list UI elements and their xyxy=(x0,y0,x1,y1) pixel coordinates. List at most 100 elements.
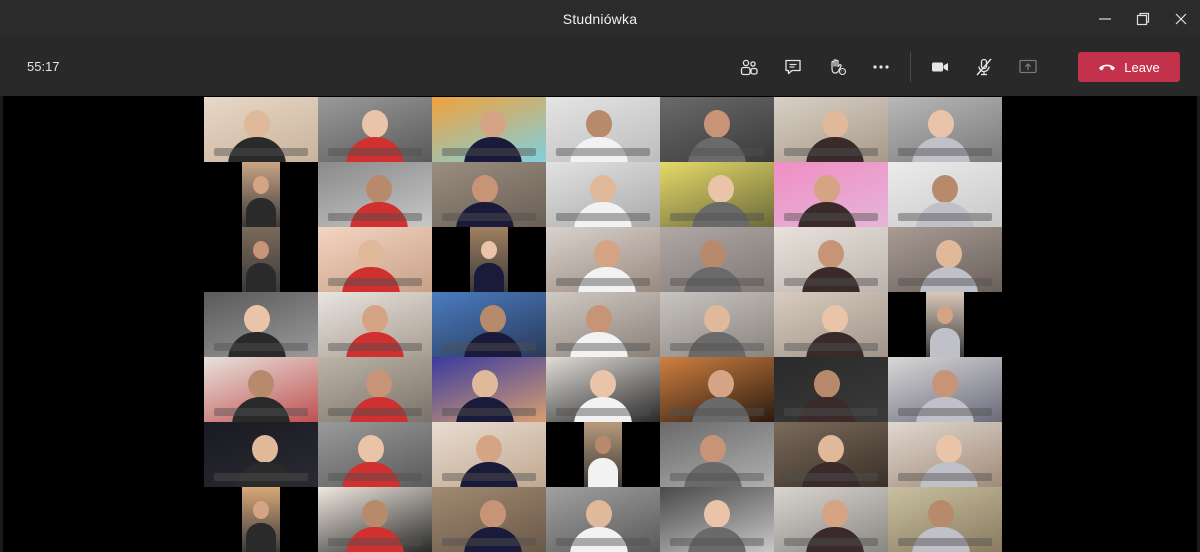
participant-video-tile[interactable] xyxy=(432,97,546,162)
participant-video-tile[interactable] xyxy=(432,357,546,422)
title-bar: Studniówka xyxy=(0,0,1200,38)
participant-video-tile[interactable] xyxy=(546,227,660,292)
participant-video-tile[interactable] xyxy=(546,487,660,552)
restore-button[interactable] xyxy=(1124,0,1162,38)
more-actions-button[interactable] xyxy=(862,50,900,84)
participant-silhouette xyxy=(930,328,960,357)
meeting-toolbar: 55:17 xyxy=(0,38,1200,96)
participant-video-tile[interactable] xyxy=(774,227,888,292)
participant-video-tile[interactable] xyxy=(546,422,660,487)
participant-video-tile[interactable] xyxy=(204,422,318,487)
participant-name-bar xyxy=(670,473,764,481)
participant-name-bar xyxy=(214,473,308,481)
minimize-button[interactable] xyxy=(1086,0,1124,38)
close-button[interactable] xyxy=(1162,0,1200,38)
participant-name-bar xyxy=(328,538,422,546)
participant-video-tile[interactable] xyxy=(660,162,774,227)
participant-silhouette xyxy=(253,501,269,519)
participant-video-tile[interactable] xyxy=(660,227,774,292)
participant-name-bar xyxy=(214,148,308,156)
participant-silhouette xyxy=(481,241,497,259)
participant-video-tile[interactable] xyxy=(888,292,1002,357)
participant-video-tile[interactable] xyxy=(546,292,660,357)
participant-video-tile[interactable] xyxy=(318,227,432,292)
participant-silhouette xyxy=(594,240,620,268)
participant-silhouette xyxy=(704,305,730,333)
toolbar-divider xyxy=(910,52,911,82)
participant-silhouette xyxy=(936,435,962,463)
participant-silhouette xyxy=(253,176,269,194)
participant-video-tile[interactable] xyxy=(888,422,1002,487)
participant-video-tile[interactable] xyxy=(774,357,888,422)
participant-video-feed xyxy=(584,422,622,487)
participant-video-feed xyxy=(926,292,964,357)
participant-video-tile[interactable] xyxy=(888,162,1002,227)
participant-video-tile[interactable] xyxy=(204,162,318,227)
participant-video-tile[interactable] xyxy=(318,292,432,357)
video-stage xyxy=(0,96,1200,552)
participant-video-tile[interactable] xyxy=(318,162,432,227)
participant-video-tile[interactable] xyxy=(546,357,660,422)
participant-video-tile[interactable] xyxy=(888,97,1002,162)
participant-video-tile[interactable] xyxy=(318,422,432,487)
participant-video-feed xyxy=(242,227,280,292)
participant-silhouette xyxy=(252,435,278,463)
participant-video-tile[interactable] xyxy=(318,487,432,552)
participant-name-bar xyxy=(556,213,650,221)
participant-video-tile[interactable] xyxy=(432,422,546,487)
chat-icon xyxy=(785,59,801,75)
participant-video-feed xyxy=(242,162,280,227)
participant-name-bar xyxy=(328,343,422,351)
participant-video-tile[interactable] xyxy=(432,227,546,292)
participant-silhouette xyxy=(708,175,734,203)
window-title: Studniówka xyxy=(562,11,638,27)
participant-silhouette xyxy=(472,370,498,398)
leave-button[interactable]: Leave xyxy=(1078,52,1180,82)
share-screen-button[interactable] xyxy=(1009,50,1047,84)
participant-video-tile[interactable] xyxy=(432,162,546,227)
participant-video-tile[interactable] xyxy=(204,487,318,552)
participant-name-bar xyxy=(898,473,992,481)
participant-name-bar xyxy=(784,278,878,286)
participant-silhouette xyxy=(362,110,388,138)
show-conversation-button[interactable] xyxy=(774,50,812,84)
participant-silhouette xyxy=(480,110,506,138)
participant-silhouette xyxy=(366,370,392,398)
participant-video-tile[interactable] xyxy=(204,97,318,162)
participant-video-tile[interactable] xyxy=(204,292,318,357)
camera-toggle-button[interactable] xyxy=(921,50,959,84)
leave-label: Leave xyxy=(1124,59,1160,75)
participant-video-tile[interactable] xyxy=(204,357,318,422)
participant-silhouette xyxy=(595,436,611,454)
participant-video-tile[interactable] xyxy=(318,97,432,162)
share-screen-icon xyxy=(1019,59,1037,74)
participant-video-tile[interactable] xyxy=(774,422,888,487)
teams-meeting-window: Studniówka 55:17 Leave xyxy=(0,0,1200,552)
participant-video-tile[interactable] xyxy=(204,227,318,292)
participant-video-tile[interactable] xyxy=(432,292,546,357)
participant-video-tile[interactable] xyxy=(660,422,774,487)
participant-video-tile[interactable] xyxy=(660,357,774,422)
participant-video-tile[interactable] xyxy=(888,487,1002,552)
participant-silhouette xyxy=(476,435,502,463)
reactions-button[interactable] xyxy=(818,50,856,84)
participant-silhouette xyxy=(822,500,848,528)
participant-silhouette xyxy=(590,175,616,203)
participant-video-tile[interactable] xyxy=(888,227,1002,292)
participant-video-tile[interactable] xyxy=(546,162,660,227)
participant-video-tile[interactable] xyxy=(888,357,1002,422)
mic-toggle-button[interactable] xyxy=(965,50,1003,84)
participant-video-tile[interactable] xyxy=(660,292,774,357)
participant-video-tile[interactable] xyxy=(660,97,774,162)
participant-video-tile[interactable] xyxy=(774,487,888,552)
show-participants-button[interactable] xyxy=(730,50,768,84)
participant-video-tile[interactable] xyxy=(774,292,888,357)
participant-video-tile[interactable] xyxy=(432,487,546,552)
participant-video-tile[interactable] xyxy=(774,162,888,227)
participant-video-tile[interactable] xyxy=(318,357,432,422)
participant-video-tile[interactable] xyxy=(774,97,888,162)
participant-silhouette xyxy=(708,370,734,398)
participant-video-tile[interactable] xyxy=(660,487,774,552)
participant-video-tile[interactable] xyxy=(546,97,660,162)
participant-name-bar xyxy=(328,408,422,416)
